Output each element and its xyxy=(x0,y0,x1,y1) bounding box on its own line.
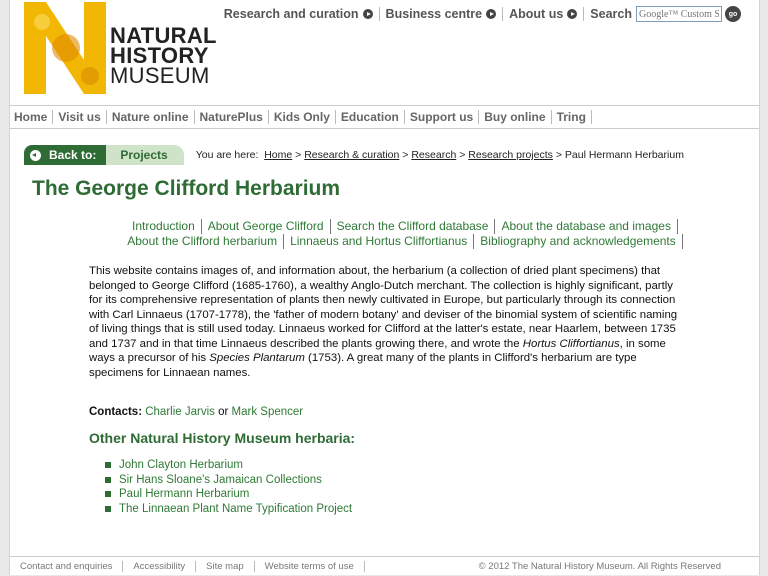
link-about-george-clifford[interactable]: About George Clifford xyxy=(202,219,331,234)
top-link-about[interactable]: About us xyxy=(503,7,585,21)
nav-nature-online[interactable]: Nature online xyxy=(107,110,195,124)
breadcrumb-bar: Back to: Projects You are here: Home > R… xyxy=(24,145,684,165)
top-link-label: About us xyxy=(509,7,564,21)
logo-n-mark-icon xyxy=(24,2,106,94)
list-item[interactable]: John Clayton Herbarium xyxy=(105,458,352,473)
footer: Contact and enquiries Accessibility Site… xyxy=(10,556,759,576)
list-item[interactable]: The Linnaean Plant Name Typification Pro… xyxy=(105,502,352,517)
breadcrumb-home[interactable]: Home xyxy=(264,149,292,161)
herbarium-link[interactable]: Sir Hans Sloane's Jamaican Collections xyxy=(119,473,322,488)
breadcrumb-research-projects[interactable]: Research projects xyxy=(468,149,553,161)
footer-contact[interactable]: Contact and enquiries xyxy=(10,561,124,572)
breadcrumb-research-curation[interactable]: Research & curation xyxy=(304,149,399,161)
search-input[interactable] xyxy=(636,6,722,22)
intro-paragraph: This website contains images of, and inf… xyxy=(89,264,689,380)
arrow-circle-icon xyxy=(567,9,578,19)
intro-italic-hortus: Hortus Cliffortianus xyxy=(522,337,620,350)
bullet-square-icon xyxy=(105,491,111,498)
other-herbaria-list: John Clayton Herbarium Sir Hans Sloane's… xyxy=(105,458,352,516)
contact-mark-spencer[interactable]: Mark Spencer xyxy=(232,406,304,418)
main-navigation: Home Visit us Nature online NaturePlus K… xyxy=(10,105,759,129)
section-links-row-2: About the Clifford herbarium Linnaeus an… xyxy=(102,234,702,249)
link-linnaeus-hortus[interactable]: Linnaeus and Hortus Cliffortianus xyxy=(284,234,475,249)
arrow-circle-icon xyxy=(362,9,373,19)
contacts: Contacts: Charlie Jarvis or Mark Spencer xyxy=(89,406,303,418)
nav-education[interactable]: Education xyxy=(336,110,405,124)
bullet-square-icon xyxy=(105,505,111,512)
herbarium-link[interactable]: The Linnaean Plant Name Typification Pro… xyxy=(119,502,352,517)
nav-natureplus[interactable]: NaturePlus xyxy=(195,110,269,124)
logo-wordmark: NATURAL HISTORY MUSEUM xyxy=(110,25,217,88)
section-links-row-1: Introduction About George Clifford Searc… xyxy=(102,219,702,234)
top-navigation: Research and curation Business centre Ab… xyxy=(218,6,741,22)
other-herbaria-heading: Other Natural History Museum herbaria: xyxy=(89,430,356,446)
logo-line-3: MUSEUM xyxy=(110,63,210,88)
herbarium-link[interactable]: Paul Hermann Herbarium xyxy=(119,487,249,502)
link-search-database[interactable]: Search the Clifford database xyxy=(331,219,496,234)
footer-terms[interactable]: Website terms of use xyxy=(255,561,365,572)
nav-buy-online[interactable]: Buy online xyxy=(479,110,552,124)
breadcrumb-separator: > xyxy=(295,149,302,161)
search-label: Search xyxy=(590,7,632,21)
nav-visit-us[interactable]: Visit us xyxy=(53,110,107,124)
breadcrumb: You are here: Home > Research & curation… xyxy=(196,149,684,161)
list-item[interactable]: Sir Hans Sloane's Jamaican Collections xyxy=(105,473,352,488)
top-link-label: Business centre xyxy=(385,7,483,21)
breadcrumb-research[interactable]: Research xyxy=(411,149,456,161)
link-about-herbarium[interactable]: About the Clifford herbarium xyxy=(121,234,285,249)
contacts-label: Contacts: xyxy=(89,406,143,418)
nav-kids-only[interactable]: Kids Only xyxy=(269,110,336,124)
contacts-joiner: or xyxy=(218,406,229,418)
section-links: Introduction About George Clifford Searc… xyxy=(102,219,702,249)
arrow-circle-icon xyxy=(486,9,497,19)
search-go-button[interactable]: go xyxy=(725,6,741,22)
contact-charlie-jarvis[interactable]: Charlie Jarvis xyxy=(145,406,215,418)
top-link-business[interactable]: Business centre xyxy=(380,7,504,21)
link-introduction[interactable]: Introduction xyxy=(126,219,202,234)
back-to-button[interactable]: Back to: xyxy=(24,145,107,165)
back-label: Back to: xyxy=(49,148,97,162)
intro-italic-species: Species Plantarum xyxy=(209,352,305,364)
breadcrumb-separator: > xyxy=(555,149,562,161)
footer-accessibility[interactable]: Accessibility xyxy=(123,561,197,572)
you-are-here-label: You are here: xyxy=(195,149,259,161)
breadcrumb-separator: > xyxy=(402,149,409,161)
top-link-research[interactable]: Research and curation xyxy=(218,7,380,21)
footer-site-map[interactable]: Site map xyxy=(196,561,255,572)
list-item[interactable]: Paul Hermann Herbarium xyxy=(105,487,352,502)
back-arrow-icon xyxy=(30,149,41,161)
page-title: The George Clifford Herbarium xyxy=(32,177,341,200)
page: NATURAL HISTORY MUSEUM Research and cura… xyxy=(9,0,760,575)
museum-logo[interactable]: NATURAL HISTORY MUSEUM xyxy=(24,2,234,97)
bullet-square-icon xyxy=(105,462,111,469)
top-link-label: Research and curation xyxy=(223,7,359,21)
link-about-database-images[interactable]: About the database and images xyxy=(495,219,678,234)
nav-tring[interactable]: Tring xyxy=(552,110,592,124)
breadcrumb-current: Paul Hermann Herbarium xyxy=(564,149,684,161)
link-bibliography[interactable]: Bibliography and acknowledgements xyxy=(474,234,683,249)
bullet-square-icon xyxy=(105,476,111,483)
breadcrumb-separator: > xyxy=(459,149,466,161)
footer-copyright: © 2012 The Natural History Museum. All R… xyxy=(478,561,721,572)
nav-home[interactable]: Home xyxy=(10,110,54,124)
nav-support-us[interactable]: Support us xyxy=(405,110,480,124)
herbarium-link[interactable]: John Clayton Herbarium xyxy=(119,458,243,473)
projects-tab[interactable]: Projects xyxy=(106,145,184,165)
